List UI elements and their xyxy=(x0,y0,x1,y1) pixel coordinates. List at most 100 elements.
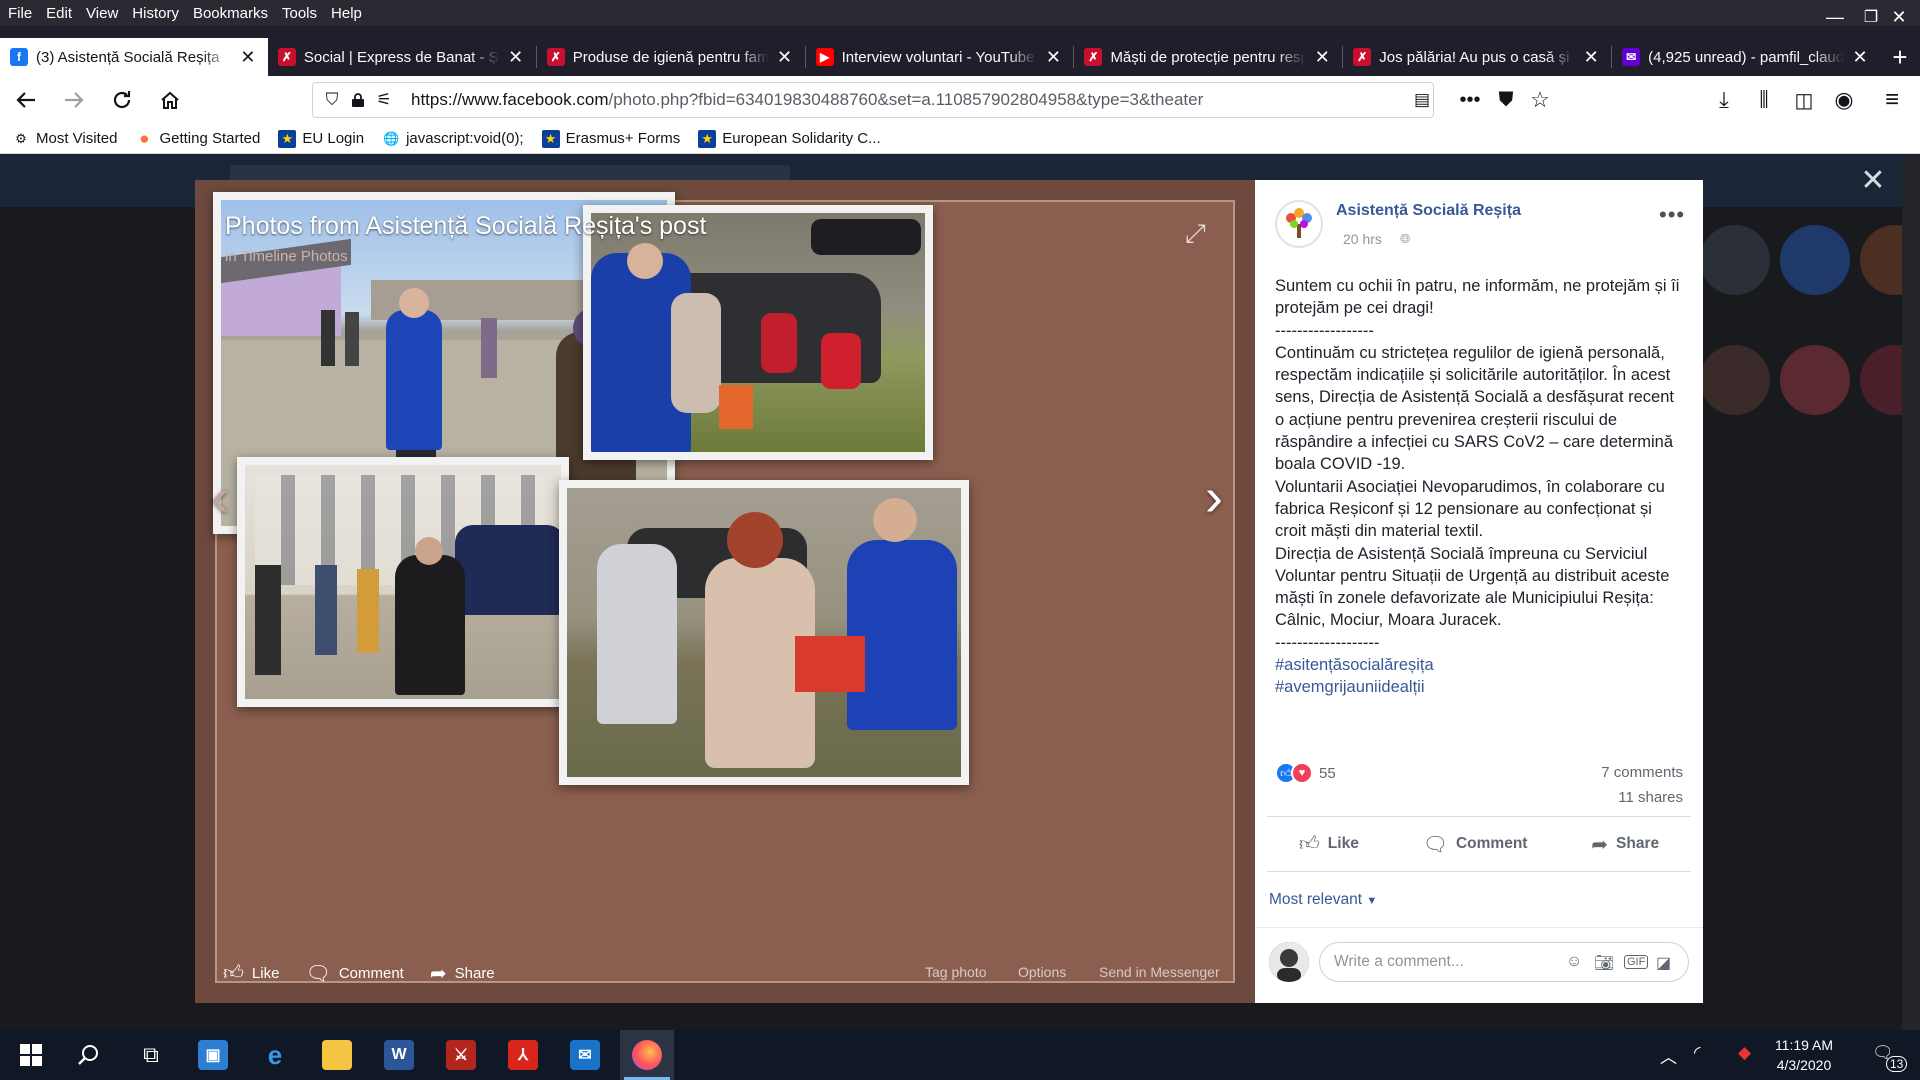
tab-close-icon[interactable]: ✕ xyxy=(1850,47,1870,68)
person-left xyxy=(255,565,281,675)
hashtag-link[interactable]: #asitențăsocialăreșița xyxy=(1275,654,1683,676)
search-button[interactable] xyxy=(62,1030,116,1080)
show-hidden-icons-icon[interactable]: ︿ xyxy=(1660,1043,1677,1068)
close-viewer-icon[interactable]: ✕ xyxy=(1858,164,1888,197)
lock-icon[interactable] xyxy=(347,89,369,111)
taskbar-word[interactable]: W xyxy=(372,1030,426,1080)
taskbar-dota[interactable]: ⚔ xyxy=(434,1030,488,1080)
tab-close-icon[interactable]: ✕ xyxy=(506,47,526,68)
browser-tab[interactable]: f (3) Asistență Socială Reșița ✕ xyxy=(0,38,268,76)
comments-count-link[interactable]: 7 comments xyxy=(1601,764,1683,781)
bookmark-item[interactable]: 🌐 javascript:void(0); xyxy=(382,130,524,148)
bookmark-item[interactable]: ● Getting Started xyxy=(135,129,260,148)
wifi-icon[interactable]: ◜ xyxy=(1694,1043,1701,1063)
camera-icon[interactable]: 📷︎ xyxy=(1594,953,1614,973)
account-icon[interactable]: ◉ xyxy=(1826,82,1862,118)
tab-close-icon[interactable]: ✕ xyxy=(775,47,795,68)
pocket-icon[interactable]: ⛊ xyxy=(1488,82,1524,118)
taskbar-explorer[interactable] xyxy=(310,1030,364,1080)
more-options-icon[interactable]: ••• xyxy=(1659,202,1685,228)
options-link[interactable]: Options xyxy=(1018,964,1066,980)
new-tab-button[interactable]: + xyxy=(1880,38,1920,76)
menu-file[interactable]: File xyxy=(8,5,32,22)
menu-bookmarks[interactable]: Bookmarks xyxy=(193,5,268,22)
home-button[interactable] xyxy=(152,82,188,118)
hamburger-menu-icon[interactable]: ≡ xyxy=(1874,82,1910,118)
game-thumb xyxy=(1780,225,1850,295)
menu-view[interactable]: View xyxy=(86,5,118,22)
taskbar-edge[interactable]: e xyxy=(248,1030,302,1080)
reload-button[interactable] xyxy=(104,82,140,118)
system-clock[interactable]: 11:19 AM 4/3/2020 xyxy=(1760,1035,1848,1075)
previous-photo-icon[interactable]: ‹ xyxy=(211,470,229,524)
bookmark-item[interactable]: ★ Erasmus+ Forms xyxy=(541,129,680,148)
browser-tab[interactable]: ✗ Social | Express de Banat - Știri ✕ xyxy=(268,38,536,76)
library-icon[interactable]: ⫼ xyxy=(1746,82,1782,118)
post-like-button[interactable]: 👍︎ Like xyxy=(1299,832,1359,856)
comment-input[interactable]: Write a comment... ☺ 📷︎ GIF ◪ xyxy=(1319,942,1689,982)
shares-count-link[interactable]: 11 shares xyxy=(1618,789,1683,806)
reactions-summary[interactable]: 👍︎ ♥ 55 xyxy=(1275,762,1336,784)
stage-share-button[interactable]: ➦ Share xyxy=(430,961,495,986)
page-scrollbar[interactable] xyxy=(1902,155,1920,1030)
sticker-icon[interactable]: ◪ xyxy=(1656,953,1671,973)
browser-tab[interactable]: ✗ Jos pălăria! Au pus o casă și un ✕ xyxy=(1343,38,1611,76)
bookmark-item[interactable]: ★ EU Login xyxy=(278,129,364,148)
send-in-messenger-link[interactable]: Send in Messenger xyxy=(1099,964,1220,980)
next-photo-icon[interactable]: › xyxy=(1205,470,1223,524)
comment-sort-dropdown[interactable]: Most relevant ▼ xyxy=(1269,891,1377,909)
menu-tools[interactable]: Tools xyxy=(282,5,317,22)
photo-stage[interactable]: Photos from Asistență Socială Reșița's p… xyxy=(195,180,1255,1003)
browser-tab[interactable]: ✗ Produse de igienă pentru familii ✕ xyxy=(537,38,805,76)
menu-help[interactable]: Help xyxy=(331,5,362,22)
antivirus-tray-icon[interactable]: ◆ xyxy=(1738,1043,1751,1063)
reader-view-icon[interactable]: ▤ xyxy=(1411,89,1433,111)
bookmark-star-icon[interactable]: ☆ xyxy=(1522,82,1558,118)
tab-close-icon[interactable]: ✕ xyxy=(1043,47,1063,68)
tracking-shield-icon[interactable]: ⛉ xyxy=(321,89,343,111)
windows-start-button[interactable] xyxy=(4,1030,58,1080)
album-subtitle[interactable]: in Timeline Photos xyxy=(225,248,348,265)
menu-edit[interactable]: Edit xyxy=(46,5,72,22)
bookmark-item[interactable]: ⚙ Most Visited xyxy=(12,130,117,148)
photo-mask-distribution[interactable] xyxy=(559,480,969,785)
sidebar-icon[interactable]: ◫ xyxy=(1786,82,1822,118)
globe-icon[interactable]: 🌐︎ xyxy=(1400,231,1410,247)
url-bar[interactable]: ⛉ ⚟ https://www.facebook.com/photo.php?f… xyxy=(312,82,1434,118)
taskbar-mail[interactable]: ✉ xyxy=(558,1030,612,1080)
page-actions-icon[interactable]: ••• xyxy=(1452,82,1488,118)
downloads-icon[interactable]: ⤓ xyxy=(1706,82,1742,118)
photo-car-volunteers[interactable] xyxy=(583,205,933,460)
taskbar-acrobat[interactable]: ⅄ xyxy=(496,1030,550,1080)
tab-close-icon[interactable]: ✕ xyxy=(238,47,258,68)
emoji-icon[interactable]: ☺ xyxy=(1566,953,1582,971)
task-view-button[interactable]: ⧉ xyxy=(124,1030,178,1080)
photo-apartment-blocks[interactable] xyxy=(237,457,569,707)
stage-like-button[interactable]: 👍︎ Like xyxy=(223,961,279,985)
permissions-icon[interactable]: ⚟ xyxy=(373,89,395,111)
tab-close-icon[interactable]: ✕ xyxy=(1581,47,1601,68)
tag-photo-link[interactable]: Tag photo xyxy=(925,964,987,980)
gif-icon[interactable]: GIF xyxy=(1624,955,1649,969)
taskbar-store[interactable]: ▣ xyxy=(186,1030,240,1080)
browser-tab[interactable]: ✉ (4,925 unread) - pamfil_claudiu ✕ xyxy=(1612,38,1880,76)
taskbar-firefox[interactable] xyxy=(620,1030,674,1080)
back-button[interactable] xyxy=(8,82,44,118)
url-text[interactable]: https://www.facebook.com/photo.php?fbid=… xyxy=(411,90,1203,110)
menu-history[interactable]: History xyxy=(132,5,179,22)
forward-button[interactable] xyxy=(56,82,92,118)
current-user-avatar[interactable] xyxy=(1269,942,1309,982)
post-timestamp[interactable]: 20 hrs xyxy=(1343,231,1382,247)
browser-tab[interactable]: ▶ Interview voluntari - YouTube ✕ xyxy=(806,38,1074,76)
hashtag-link[interactable]: #avemgrijauniidealții xyxy=(1275,676,1683,698)
tab-title: Interview voluntari - YouTube xyxy=(841,48,1035,66)
page-avatar[interactable] xyxy=(1275,200,1323,248)
tab-close-icon[interactable]: ✕ xyxy=(1312,47,1332,68)
browser-tab[interactable]: ✗ Măști de protecție pentru respo ✕ xyxy=(1074,38,1342,76)
fullscreen-expand-icon[interactable]: ⤢ xyxy=(1185,218,1206,250)
stage-comment-button[interactable]: 🗨︎ Comment xyxy=(305,961,403,986)
bookmark-item[interactable]: ★ European Solidarity C... xyxy=(698,129,881,148)
post-author-link[interactable]: Asistență Socială Reșița xyxy=(1336,202,1521,220)
post-comment-button[interactable]: 🗨︎ Comment xyxy=(1423,832,1528,857)
post-share-button[interactable]: ➦ Share xyxy=(1591,832,1659,857)
